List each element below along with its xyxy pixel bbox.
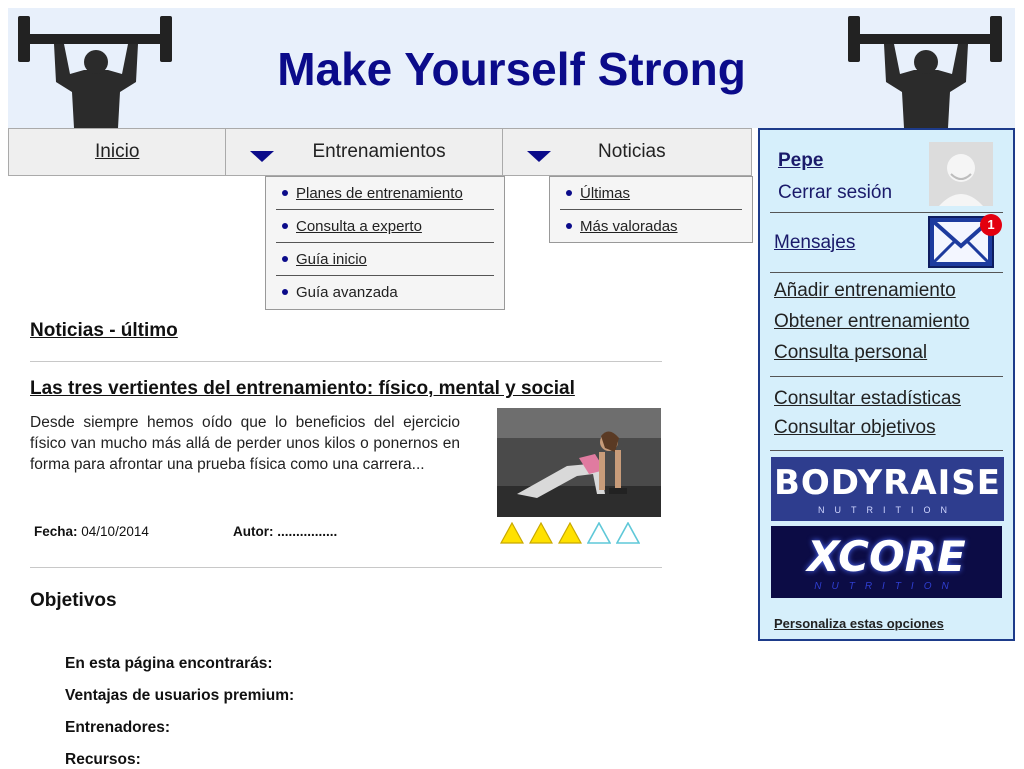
- xcore-name: XCORE: [807, 532, 966, 581]
- user-sidebar: Pepe Cerrar sesión Mensajes 1 Añadir ent…: [758, 128, 1015, 641]
- article-excerpt: Desde siempre hemos oído que lo benefici…: [30, 414, 460, 473]
- entrenamientos-dropdown: Planes de entrenamiento Consulta a exper…: [265, 176, 505, 310]
- user-avatar-icon[interactable]: [929, 142, 993, 206]
- bullet-icon: [282, 289, 288, 295]
- rating-star-empty-icon[interactable]: [587, 522, 611, 544]
- sidebar-divider: [770, 450, 1003, 451]
- article-photo[interactable]: [497, 408, 661, 517]
- article-rating[interactable]: [500, 522, 640, 544]
- nav-inicio-link[interactable]: Inicio: [9, 129, 227, 175]
- xcore-sub: NUTRITION: [814, 581, 959, 592]
- bodyraise-name: BODYRAISE: [773, 463, 1002, 503]
- objectives-link[interactable]: Consultar objetivos: [774, 417, 936, 439]
- bullet-icon: [282, 256, 288, 262]
- article-author: Autor: ................: [233, 524, 338, 539]
- dropdown-item-planes[interactable]: Planes de entrenamiento: [276, 177, 494, 210]
- username-link[interactable]: Pepe: [778, 150, 823, 172]
- customize-options-link[interactable]: Personaliza estas opciones: [774, 616, 944, 631]
- main-nav: Inicio Entrenamientos Noticias: [8, 128, 752, 176]
- bullet-icon: [282, 223, 288, 229]
- dropdown-item-mas-valoradas[interactable]: Más valoradas: [560, 210, 742, 242]
- objectives-title: Objetivos: [30, 590, 117, 611]
- messages-count-badge: 1: [980, 214, 1002, 236]
- objective-item: En esta página encontrarás:: [65, 655, 273, 672]
- rating-star-filled-icon[interactable]: [558, 522, 582, 544]
- get-training-link[interactable]: Obtener entrenamiento: [774, 311, 969, 333]
- xcore-banner[interactable]: XCORE NUTRITION: [771, 526, 1002, 598]
- add-training-link[interactable]: Añadir entrenamiento: [774, 280, 956, 302]
- noticias-dropdown: Últimas Más valoradas: [549, 176, 753, 243]
- dropdown-item-ultimas[interactable]: Últimas: [560, 177, 742, 210]
- site-header: Make Yourself Strong: [8, 8, 1015, 128]
- sidebar-divider: [770, 376, 1003, 377]
- messages-link[interactable]: Mensajes: [774, 232, 855, 254]
- article-title-link[interactable]: Las tres vertientes del entrenamiento: f…: [30, 378, 575, 400]
- rating-star-filled-icon[interactable]: [529, 522, 553, 544]
- divider: [30, 361, 662, 362]
- stats-link[interactable]: Consultar estadísticas: [774, 388, 961, 410]
- caret-down-icon: [526, 151, 551, 162]
- bullet-icon: [282, 190, 288, 196]
- rating-star-filled-icon[interactable]: [500, 522, 524, 544]
- sidebar-divider: [770, 212, 1003, 213]
- dropdown-item-consulta-experto[interactable]: Consulta a experto: [276, 210, 494, 243]
- bullet-icon: [566, 190, 572, 196]
- pushup-photo-icon: [497, 408, 661, 517]
- nav-noticias-menu[interactable]: Noticias: [503, 129, 751, 175]
- bodyraise-banner[interactable]: BODYRAISE NUTRITION: [771, 457, 1004, 521]
- objective-item: Entrenadores:: [65, 719, 171, 736]
- dropdown-item-guia-avanzada[interactable]: Guía avanzada: [276, 276, 494, 308]
- nav-noticias-label: Noticias: [598, 141, 666, 162]
- nav-entrenamientos-label: Entrenamientos: [312, 141, 446, 162]
- article-date: Fecha: 04/10/2014: [34, 524, 149, 539]
- objective-item: Ventajas de usuarios premium:: [65, 687, 295, 704]
- logout-link[interactable]: Cerrar sesión: [778, 182, 892, 204]
- site-title: Make Yourself Strong: [277, 43, 746, 95]
- bullet-icon: [566, 223, 572, 229]
- caret-down-icon: [250, 151, 275, 162]
- sidebar-divider: [770, 272, 1003, 273]
- rating-star-empty-icon[interactable]: [616, 522, 640, 544]
- personal-consult-link[interactable]: Consulta personal: [774, 342, 927, 364]
- objective-item: Recursos:: [65, 751, 141, 768]
- bodyraise-sub: NUTRITION: [818, 505, 957, 515]
- dropdown-item-guia-inicio[interactable]: Guía inicio: [276, 243, 494, 276]
- divider: [30, 567, 662, 568]
- nav-entrenamientos-menu[interactable]: Entrenamientos: [226, 129, 503, 175]
- news-heading-link[interactable]: Noticias - último: [30, 320, 178, 342]
